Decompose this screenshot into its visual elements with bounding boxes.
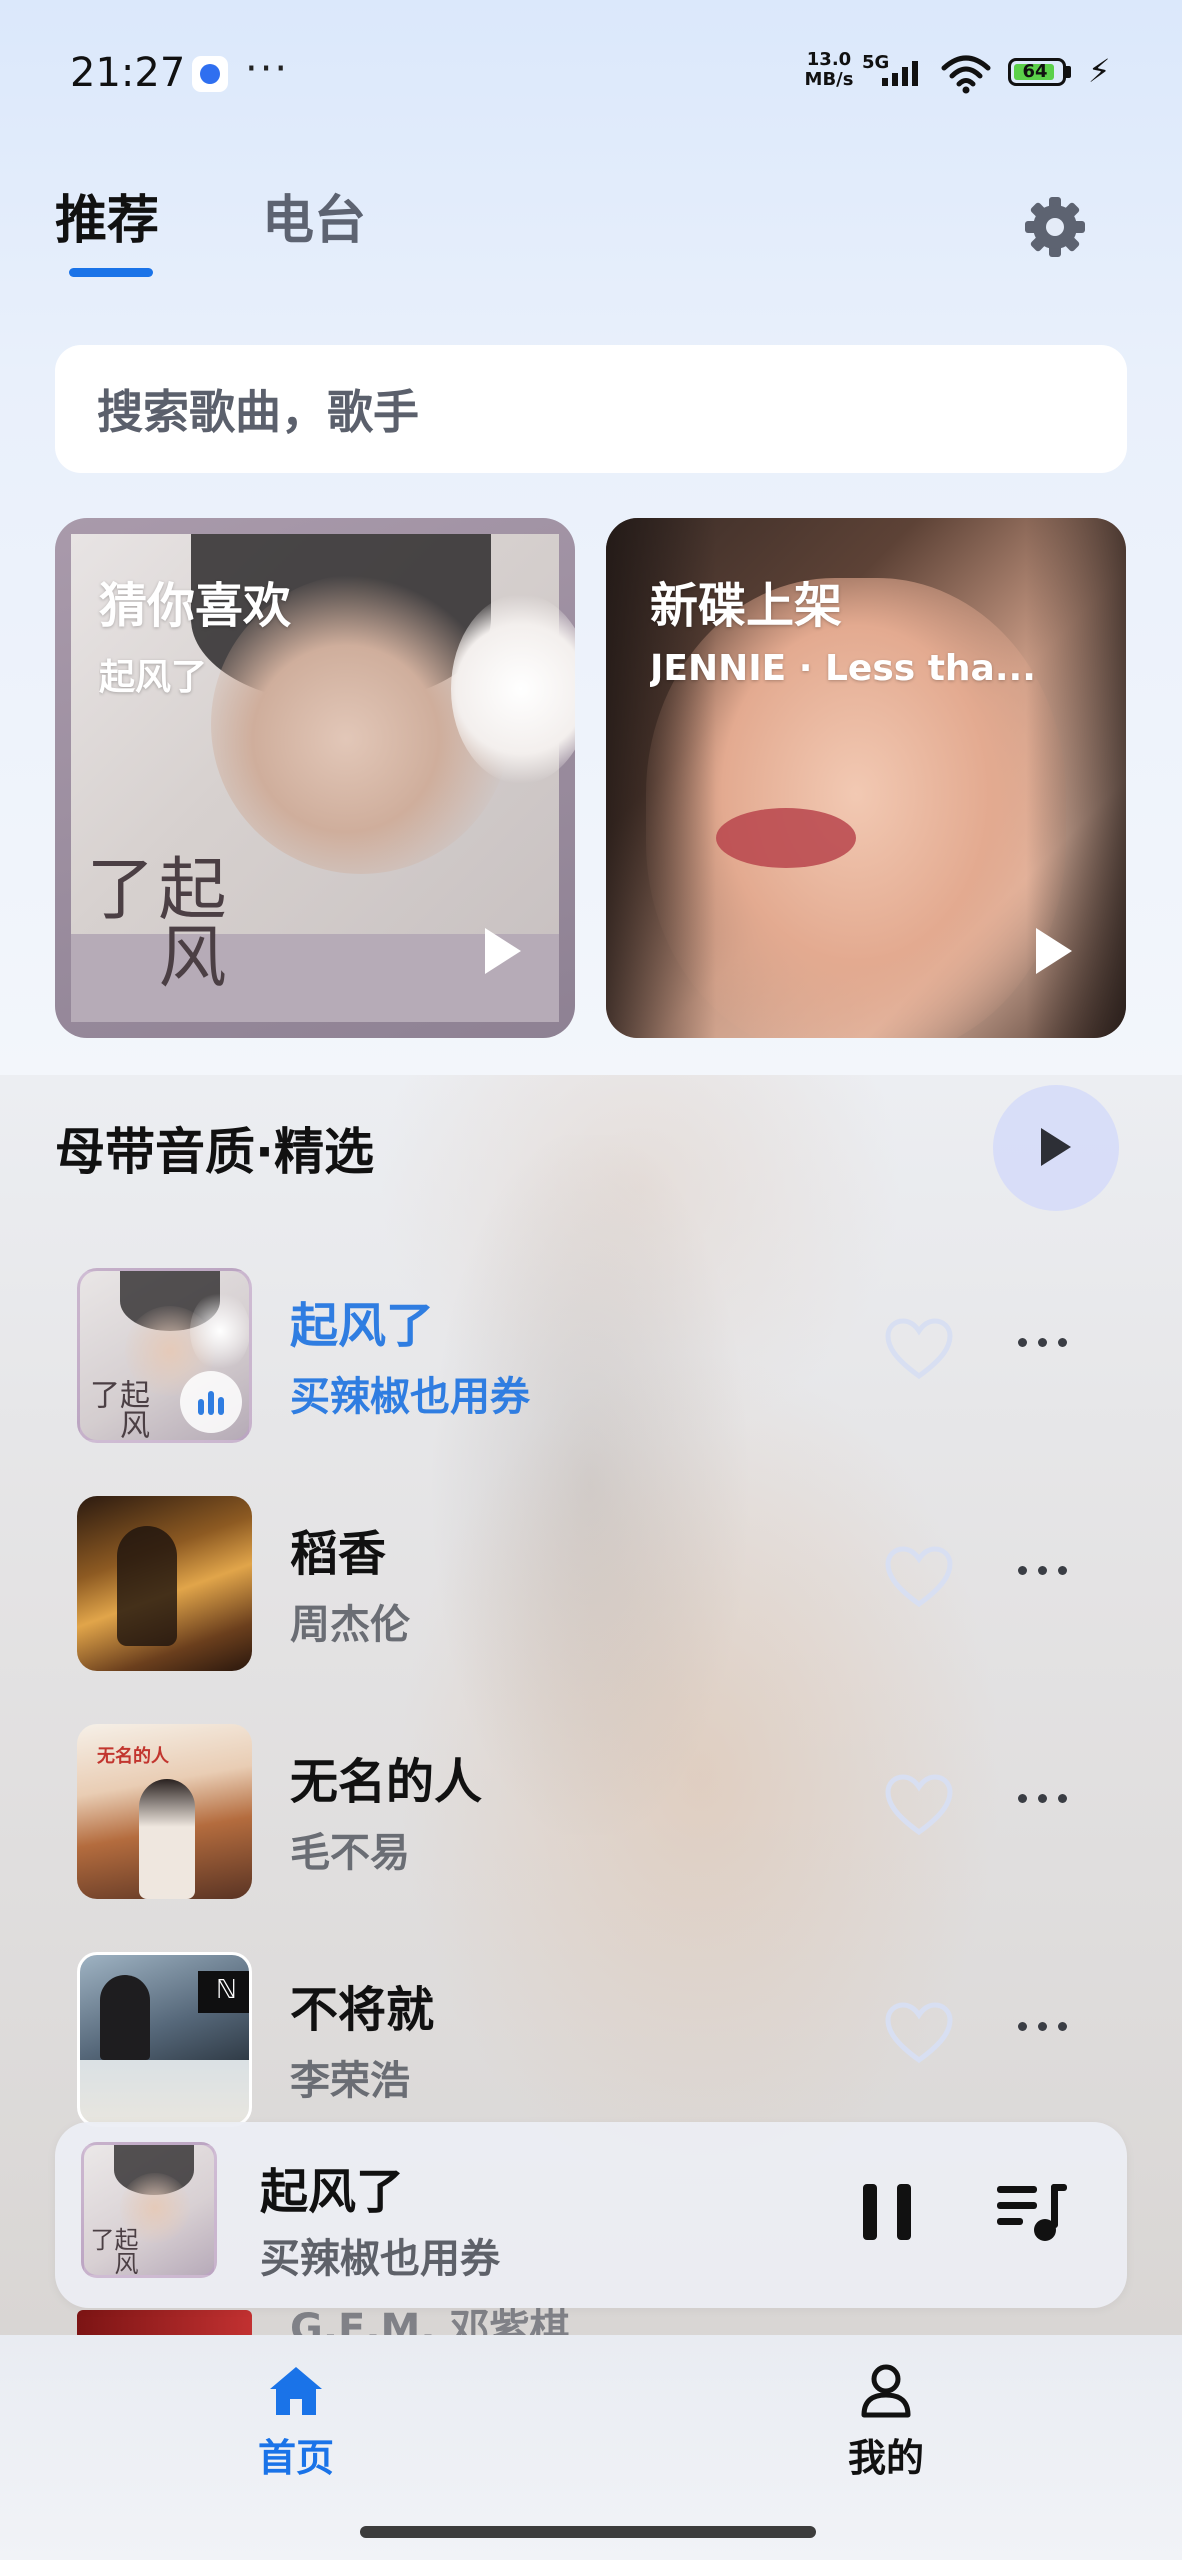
mini-player[interactable]: 起风了 起风了 买辣椒也用券 [55,2122,1127,2308]
person-icon [861,2364,911,2418]
song-title: 不将就 [290,1982,435,2038]
card-title: 新碟上架 [650,578,843,634]
card-subtitle: JENNIE · Less tha... [650,648,1036,689]
favorite-heart-icon[interactable] [884,1546,954,1610]
song-cover: 起风了 [77,1268,252,1443]
search-input[interactable]: 搜索歌曲，歌手 [55,345,1127,473]
song-row[interactable]: 起风了 起风了 买辣椒也用券 [0,1268,1182,1468]
battery-icon: 64 [1008,58,1066,86]
song-artist: 毛不易 [290,1830,410,1876]
mini-player-cover: 起风了 [81,2142,217,2278]
more-options-icon[interactable] [1014,1326,1074,1356]
battery-tip [1066,66,1071,78]
network-speed: 13.0 MB/s [804,49,854,90]
more-notifications-icon: ··· [245,46,290,92]
status-time: 21:27 [70,50,186,96]
more-options-icon[interactable] [1014,1782,1074,1812]
card-subtitle: 起风了 [99,657,208,698]
cover-calligraphy: 起风了 [74,853,225,989]
song-artist: 买辣椒也用券 [290,1374,530,1420]
song-artist: 周杰伦 [290,1602,410,1648]
song-row[interactable]: 稻香 周杰伦 [0,1496,1182,1696]
cover-calligraphy: 起风了 [86,2227,138,2275]
wifi-icon [941,55,991,94]
nav-home-label: 首页 [257,2436,334,2480]
favorite-heart-icon[interactable] [884,1318,954,1382]
favorite-heart-icon[interactable] [884,1774,954,1838]
charging-icon: ⚡ [1088,52,1111,90]
active-tab-indicator [69,268,153,277]
battery-level: 64 [1022,61,1048,82]
home-indicator[interactable] [360,2526,816,2538]
favorite-heart-icon[interactable] [884,2002,954,2066]
song-title: 起风了 [290,1298,435,1354]
song-title: 稻香 [290,1526,387,1582]
card-new-album[interactable]: 新碟上架 JENNIE · Less tha... [606,518,1126,1038]
section-title: 母带音质·精选 [55,1123,374,1181]
song-cover [77,1496,252,1671]
notification-app-icon [192,56,228,92]
play-all-button[interactable] [993,1085,1119,1211]
signal-icon [882,61,918,86]
playlist-icon[interactable] [995,2180,1069,2244]
song-artist: 李荣浩 [290,2058,410,2104]
status-bar: 21:27 ··· 13.0 MB/s 5G 64 ⚡ [0,40,1182,110]
nav-home[interactable]: 首页 [216,2363,376,2482]
search-placeholder: 搜索歌曲，歌手 [97,385,419,439]
settings-gear-icon[interactable] [1018,190,1092,264]
more-options-icon[interactable] [1014,2010,1074,2040]
song-row[interactable]: 无名的人 无名的人 毛不易 [0,1724,1182,1924]
card-title: 猜你喜欢 [99,578,292,634]
song-title: 无名的人 [290,1754,483,1810]
play-icon [1041,1128,1071,1166]
card-guess-you-like[interactable]: 起风了 猜你喜欢 起风了 [55,518,575,1038]
mini-player-artist: 买辣椒也用券 [260,2236,500,2282]
nav-me[interactable]: 我的 [806,2363,966,2482]
song-cover [77,1952,252,2127]
play-icon[interactable] [1024,924,1078,978]
tab-radio[interactable]: 电台 [262,178,366,253]
nav-me-label: 我的 [847,2436,924,2480]
now-playing-badge [180,1371,242,1433]
mini-player-title: 起风了 [260,2164,405,2220]
tab-recommend[interactable]: 推荐 [55,178,159,253]
home-icon [270,2367,322,2415]
equalizer-icon [198,1391,224,1415]
play-icon[interactable] [473,924,527,978]
pause-icon[interactable] [863,2184,913,2240]
cover-calligraphy: 起风了 [84,1379,149,1439]
song-cover: 无名的人 [77,1724,252,1899]
cover-text: 无名的人 [97,1746,169,1767]
more-options-icon[interactable] [1014,1554,1074,1584]
